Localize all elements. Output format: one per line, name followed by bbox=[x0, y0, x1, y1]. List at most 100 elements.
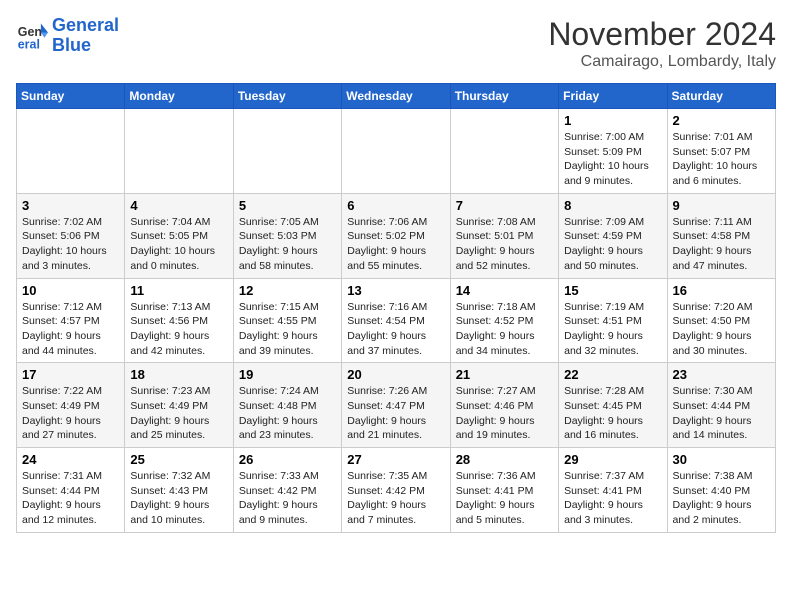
day-number: 28 bbox=[456, 452, 553, 467]
day-info: Sunrise: 7:15 AM Sunset: 4:55 PM Dayligh… bbox=[239, 300, 336, 359]
day-info: Sunrise: 7:28 AM Sunset: 4:45 PM Dayligh… bbox=[564, 384, 661, 443]
calendar-cell: 20 Sunrise: 7:26 AM Sunset: 4:47 PM Dayli… bbox=[342, 363, 450, 448]
calendar-week-row: 3 Sunrise: 7:02 AM Sunset: 5:06 PM Daylig… bbox=[17, 193, 776, 278]
calendar-cell: 11Sunrise: 7:13 AM Sunset: 4:56 PM Dayli… bbox=[125, 278, 233, 363]
day-info: Sunrise: 7:02 AM Sunset: 5:06 PM Dayligh… bbox=[22, 215, 119, 274]
day-number: 15 bbox=[564, 283, 661, 298]
day-info: Sunrise: 7:37 AM Sunset: 4:41 PM Dayligh… bbox=[564, 469, 661, 528]
calendar-cell: 8 Sunrise: 7:09 AM Sunset: 4:59 PM Daylig… bbox=[559, 193, 667, 278]
day-number: 4 bbox=[130, 198, 227, 213]
calendar-cell: 21 Sunrise: 7:27 AM Sunset: 4:46 PM Dayli… bbox=[450, 363, 558, 448]
logo-icon: Gen eral bbox=[16, 20, 48, 52]
calendar-cell: 23Sunrise: 7:30 AM Sunset: 4:44 PM Dayli… bbox=[667, 363, 775, 448]
calendar-header: SundayMondayTuesdayWednesdayThursdayFrid… bbox=[17, 84, 776, 109]
day-number: 1 bbox=[564, 113, 661, 128]
calendar-cell: 22 Sunrise: 7:28 AM Sunset: 4:45 PM Dayli… bbox=[559, 363, 667, 448]
day-number: 16 bbox=[673, 283, 770, 298]
day-number: 20 bbox=[347, 367, 444, 382]
day-info: Sunrise: 7:18 AM Sunset: 4:52 PM Dayligh… bbox=[456, 300, 553, 359]
logo: Gen eral GeneralBlue bbox=[16, 16, 119, 56]
day-info: Sunrise: 7:01 AM Sunset: 5:07 PM Dayligh… bbox=[673, 130, 770, 189]
day-number: 29 bbox=[564, 452, 661, 467]
weekday-header-thursday: Thursday bbox=[450, 84, 558, 109]
calendar-cell: 3 Sunrise: 7:02 AM Sunset: 5:06 PM Daylig… bbox=[17, 193, 125, 278]
calendar-cell: 14 Sunrise: 7:18 AM Sunset: 4:52 PM Dayli… bbox=[450, 278, 558, 363]
calendar-cell: 13Sunrise: 7:16 AM Sunset: 4:54 PM Dayli… bbox=[342, 278, 450, 363]
day-number: 13 bbox=[347, 283, 444, 298]
day-number: 11 bbox=[130, 283, 227, 298]
day-number: 24 bbox=[22, 452, 119, 467]
day-number: 19 bbox=[239, 367, 336, 382]
day-number: 3 bbox=[22, 198, 119, 213]
weekday-header-saturday: Saturday bbox=[667, 84, 775, 109]
calendar-cell: 26Sunrise: 7:33 AM Sunset: 4:42 PM Dayli… bbox=[233, 448, 341, 533]
calendar-week-row: 10Sunrise: 7:12 AM Sunset: 4:57 PM Dayli… bbox=[17, 278, 776, 363]
weekday-header-tuesday: Tuesday bbox=[233, 84, 341, 109]
svg-text:eral: eral bbox=[18, 37, 40, 51]
page-header: Gen eral GeneralBlue November 2024 Camai… bbox=[16, 16, 776, 71]
calendar-cell: 15 Sunrise: 7:19 AM Sunset: 4:51 PM Dayli… bbox=[559, 278, 667, 363]
calendar-cell: 5Sunrise: 7:05 AM Sunset: 5:03 PM Daylig… bbox=[233, 193, 341, 278]
calendar-cell: 27 Sunrise: 7:35 AM Sunset: 4:42 PM Dayli… bbox=[342, 448, 450, 533]
calendar-cell: 28 Sunrise: 7:36 AM Sunset: 4:41 PM Dayli… bbox=[450, 448, 558, 533]
day-info: Sunrise: 7:38 AM Sunset: 4:40 PM Dayligh… bbox=[673, 469, 770, 528]
calendar-cell: 10Sunrise: 7:12 AM Sunset: 4:57 PM Dayli… bbox=[17, 278, 125, 363]
calendar-cell: 19 Sunrise: 7:24 AM Sunset: 4:48 PM Dayli… bbox=[233, 363, 341, 448]
calendar-cell: 1 Sunrise: 7:00 AM Sunset: 5:09 PM Daylig… bbox=[559, 109, 667, 194]
day-info: Sunrise: 7:19 AM Sunset: 4:51 PM Dayligh… bbox=[564, 300, 661, 359]
calendar-cell: 7 Sunrise: 7:08 AM Sunset: 5:01 PM Daylig… bbox=[450, 193, 558, 278]
day-number: 21 bbox=[456, 367, 553, 382]
day-number: 8 bbox=[564, 198, 661, 213]
day-number: 18 bbox=[130, 367, 227, 382]
day-info: Sunrise: 7:32 AM Sunset: 4:43 PM Dayligh… bbox=[130, 469, 227, 528]
day-info: Sunrise: 7:20 AM Sunset: 4:50 PM Dayligh… bbox=[673, 300, 770, 359]
day-info: Sunrise: 7:08 AM Sunset: 5:01 PM Dayligh… bbox=[456, 215, 553, 274]
calendar-cell bbox=[125, 109, 233, 194]
day-number: 17 bbox=[22, 367, 119, 382]
weekday-header-friday: Friday bbox=[559, 84, 667, 109]
calendar-cell: 25 Sunrise: 7:32 AM Sunset: 4:43 PM Dayli… bbox=[125, 448, 233, 533]
day-number: 2 bbox=[673, 113, 770, 128]
calendar-cell: 9 Sunrise: 7:11 AM Sunset: 4:58 PM Daylig… bbox=[667, 193, 775, 278]
day-info: Sunrise: 7:11 AM Sunset: 4:58 PM Dayligh… bbox=[673, 215, 770, 274]
calendar-cell: 12Sunrise: 7:15 AM Sunset: 4:55 PM Dayli… bbox=[233, 278, 341, 363]
calendar-cell: 17 Sunrise: 7:22 AM Sunset: 4:49 PM Dayli… bbox=[17, 363, 125, 448]
weekday-header-sunday: Sunday bbox=[17, 84, 125, 109]
day-number: 7 bbox=[456, 198, 553, 213]
day-info: Sunrise: 7:26 AM Sunset: 4:47 PM Dayligh… bbox=[347, 384, 444, 443]
calendar-week-row: 17 Sunrise: 7:22 AM Sunset: 4:49 PM Dayli… bbox=[17, 363, 776, 448]
day-number: 14 bbox=[456, 283, 553, 298]
calendar-cell: 6Sunrise: 7:06 AM Sunset: 5:02 PM Daylig… bbox=[342, 193, 450, 278]
calendar-cell bbox=[17, 109, 125, 194]
day-info: Sunrise: 7:27 AM Sunset: 4:46 PM Dayligh… bbox=[456, 384, 553, 443]
title-block: November 2024 Camairago, Lombardy, Italy bbox=[548, 16, 776, 71]
day-number: 22 bbox=[564, 367, 661, 382]
day-number: 25 bbox=[130, 452, 227, 467]
day-info: Sunrise: 7:31 AM Sunset: 4:44 PM Dayligh… bbox=[22, 469, 119, 528]
day-info: Sunrise: 7:06 AM Sunset: 5:02 PM Dayligh… bbox=[347, 215, 444, 274]
calendar-cell: 2 Sunrise: 7:01 AM Sunset: 5:07 PM Daylig… bbox=[667, 109, 775, 194]
location-title: Camairago, Lombardy, Italy bbox=[548, 53, 776, 71]
day-info: Sunrise: 7:23 AM Sunset: 4:49 PM Dayligh… bbox=[130, 384, 227, 443]
day-info: Sunrise: 7:09 AM Sunset: 4:59 PM Dayligh… bbox=[564, 215, 661, 274]
day-info: Sunrise: 7:24 AM Sunset: 4:48 PM Dayligh… bbox=[239, 384, 336, 443]
day-number: 27 bbox=[347, 452, 444, 467]
calendar-cell: 4 Sunrise: 7:04 AM Sunset: 5:05 PM Daylig… bbox=[125, 193, 233, 278]
calendar-cell: 24 Sunrise: 7:31 AM Sunset: 4:44 PM Dayli… bbox=[17, 448, 125, 533]
month-title: November 2024 bbox=[548, 16, 776, 53]
day-number: 30 bbox=[673, 452, 770, 467]
day-number: 5 bbox=[239, 198, 336, 213]
calendar-cell bbox=[233, 109, 341, 194]
day-info: Sunrise: 7:22 AM Sunset: 4:49 PM Dayligh… bbox=[22, 384, 119, 443]
calendar-cell: 29 Sunrise: 7:37 AM Sunset: 4:41 PM Dayli… bbox=[559, 448, 667, 533]
day-info: Sunrise: 7:36 AM Sunset: 4:41 PM Dayligh… bbox=[456, 469, 553, 528]
day-info: Sunrise: 7:04 AM Sunset: 5:05 PM Dayligh… bbox=[130, 215, 227, 274]
calendar-cell bbox=[450, 109, 558, 194]
day-number: 9 bbox=[673, 198, 770, 213]
logo-text: GeneralBlue bbox=[52, 16, 119, 56]
day-info: Sunrise: 7:00 AM Sunset: 5:09 PM Dayligh… bbox=[564, 130, 661, 189]
calendar-week-row: 24 Sunrise: 7:31 AM Sunset: 4:44 PM Dayli… bbox=[17, 448, 776, 533]
day-info: Sunrise: 7:35 AM Sunset: 4:42 PM Dayligh… bbox=[347, 469, 444, 528]
weekday-header-row: SundayMondayTuesdayWednesdayThursdayFrid… bbox=[17, 84, 776, 109]
calendar-body: 1 Sunrise: 7:00 AM Sunset: 5:09 PM Daylig… bbox=[17, 109, 776, 533]
